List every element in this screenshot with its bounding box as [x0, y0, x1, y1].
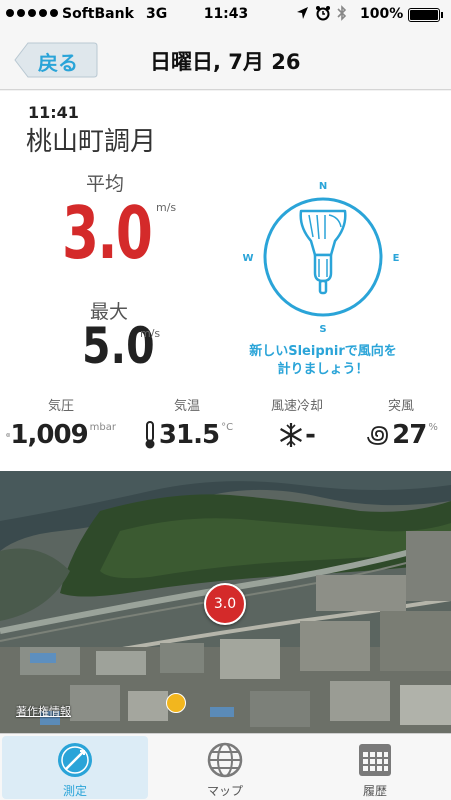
- satellite-map[interactable]: 3.0 著作権情報: [0, 471, 451, 733]
- calendar-grid-icon: [359, 744, 391, 776]
- location-name: 桃山町調月: [26, 127, 157, 157]
- wind-gauge-icon: [58, 743, 92, 777]
- promo-line-2: 計りましょう！: [277, 362, 369, 377]
- compass-south: S: [319, 324, 326, 335]
- promo-line-1: 新しいSleipnirで風向を: [249, 344, 397, 359]
- max-unit: m/s: [140, 327, 161, 340]
- compass-east: E: [393, 253, 400, 264]
- tab-label: 測定: [62, 784, 87, 798]
- globe-icon: [207, 742, 243, 778]
- metric-value: 1,009: [10, 420, 88, 450]
- location-arrow-icon: [297, 7, 308, 19]
- battery-percentage: 100%: [360, 6, 404, 22]
- tab-history[interactable]: 履歴: [302, 736, 448, 799]
- carrier-name: SoftBank: [62, 6, 134, 22]
- anemometer-device-icon: [299, 209, 347, 295]
- back-button[interactable]: 戻る: [14, 42, 98, 78]
- tab-label: マップ: [206, 784, 243, 798]
- metric-value: -: [305, 420, 316, 450]
- status-time: 11:43: [203, 6, 249, 22]
- metric-wind-chill: 風速冷却 -: [242, 395, 352, 452]
- metric-gust: 突風 27 %: [346, 395, 451, 452]
- bluetooth-icon: [337, 5, 347, 21]
- metric-unit: °C: [221, 422, 234, 433]
- alarm-icon: [316, 6, 330, 21]
- map-attribution-link[interactable]: 著作権情報: [16, 703, 71, 719]
- metric-label: 風速冷却: [270, 399, 323, 414]
- metric-temperature: 気温 31.5 °C: [132, 395, 242, 452]
- gust-spiral-icon: [367, 426, 389, 445]
- snowflake-icon: [280, 423, 303, 447]
- map-measurement-pin[interactable]: 3.0: [204, 583, 246, 625]
- tab-map[interactable]: マップ: [152, 736, 298, 799]
- tab-measure[interactable]: 測定: [2, 736, 148, 799]
- status-bar: SoftBank 3G 11:43 100%: [0, 0, 451, 30]
- compass-north: N: [319, 181, 327, 192]
- measurement-panel: 11:41 桃山町調月 平均 3.0 m/s 最大 5.0 m/s N S W …: [0, 91, 451, 471]
- measurement-time: 11:41: [28, 103, 79, 122]
- metric-unit: mbar: [89, 422, 116, 433]
- metric-label: 突風: [387, 399, 414, 414]
- navigation-bar: 戻る 日曜日, 7月 26: [0, 30, 451, 90]
- signal-strength-icon: [6, 9, 58, 17]
- page-title: 日曜日, 7月 26: [150, 50, 301, 74]
- max-wind-speed: 5.0: [82, 317, 155, 375]
- average-unit: m/s: [156, 201, 177, 214]
- network-type: 3G: [146, 6, 168, 22]
- map-marker-icon[interactable]: [166, 693, 186, 713]
- sleipnir-promo-link[interactable]: 新しいSleipnirで風向を 計りましょう！: [238, 343, 408, 379]
- back-button-label: 戻る: [38, 51, 78, 75]
- wind-direction-compass[interactable]: N S W E: [243, 177, 403, 337]
- metric-unit: %: [428, 422, 438, 433]
- compass-west: W: [243, 253, 254, 264]
- metric-value: 31.5: [158, 420, 220, 450]
- metric-pressure: 気圧 1,009 mbar: [6, 395, 116, 452]
- thermometer-icon: [145, 421, 155, 449]
- tab-bar: 測定 マップ 履歴: [0, 733, 451, 800]
- metric-label: 気温: [173, 399, 200, 414]
- average-wind-speed: 3.0: [62, 191, 153, 275]
- metric-label: 気圧: [47, 399, 74, 414]
- tab-label: 履歴: [362, 784, 387, 798]
- metric-value: 27: [392, 420, 427, 450]
- battery-icon: [408, 8, 443, 22]
